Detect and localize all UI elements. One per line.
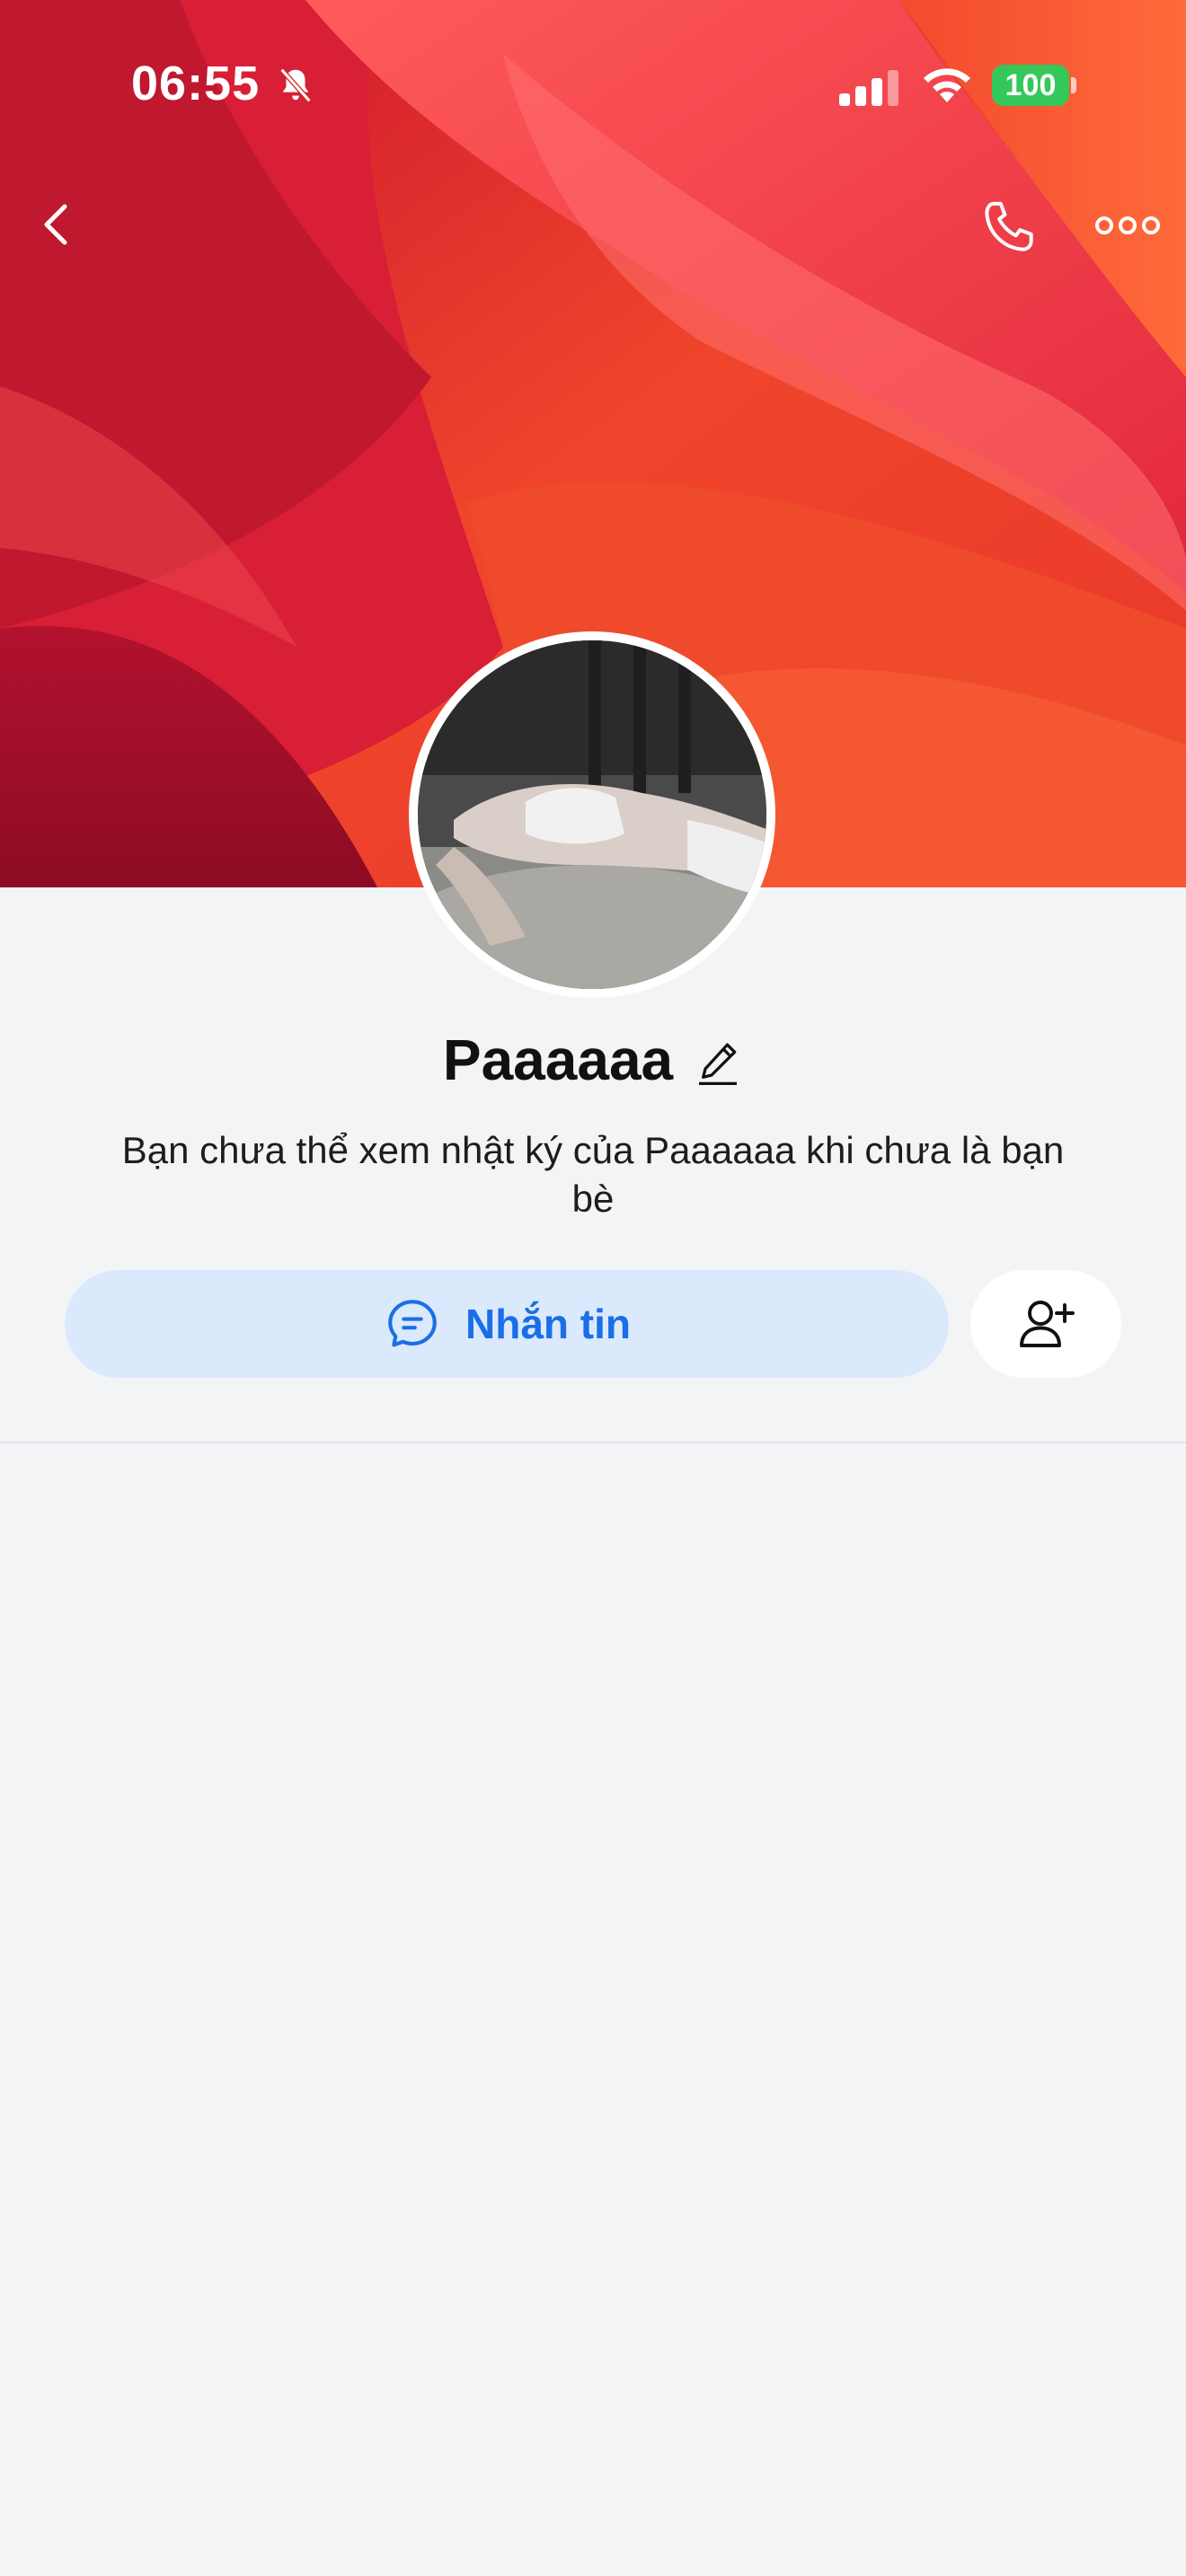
bell-off-icon (275, 65, 316, 106)
avatar[interactable] (409, 631, 775, 998)
message-button[interactable]: Nhắn tin (65, 1270, 949, 1378)
battery-indicator: 100 (992, 65, 1069, 106)
cellular-signal-icon (839, 68, 902, 106)
status-time: 06:55 (131, 57, 261, 110)
name-row: Paaaaaa (0, 1019, 1186, 1100)
profile-name: Paaaaaa (442, 1028, 674, 1092)
more-horizontal-icon (1095, 216, 1160, 234)
call-button[interactable] (976, 194, 1042, 260)
chat-bubble-icon (383, 1294, 442, 1354)
add-friend-button[interactable] (970, 1270, 1121, 1378)
section-divider (0, 1442, 1186, 1443)
status-bar: 06:55 100 (0, 0, 1186, 171)
more-options-button[interactable] (1091, 203, 1164, 248)
chevron-left-icon (44, 204, 67, 245)
privacy-notice: Bạn chưa thể xem nhật ký của Paaaaaa khi… (121, 1129, 1065, 1220)
edit-name-button[interactable] (693, 1037, 743, 1088)
back-button[interactable] (27, 190, 90, 259)
message-button-label: Nhắn tin (465, 1301, 631, 1347)
battery-cap (1071, 77, 1076, 93)
phone-icon (985, 201, 1033, 251)
user-plus-icon (1020, 1301, 1075, 1347)
profile-screen: 06:55 100 Paaaaaa Bạn chưa thể xem nhật … (0, 0, 1186, 2576)
pencil-icon (699, 1043, 738, 1085)
avatar-image (418, 640, 766, 989)
wifi-icon (920, 63, 974, 106)
